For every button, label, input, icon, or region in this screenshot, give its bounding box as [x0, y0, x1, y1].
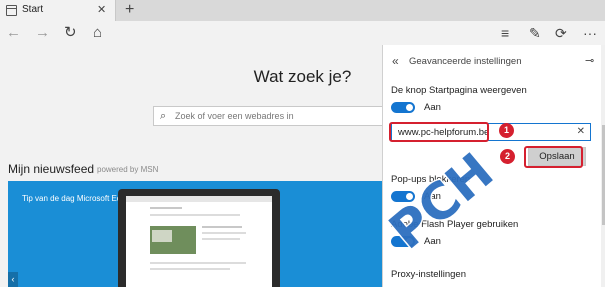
- new-tab-icon[interactable]: +: [125, 1, 134, 19]
- screen-line: [150, 214, 240, 216]
- screen-line: [150, 268, 230, 270]
- screen-line: [202, 226, 242, 228]
- watermark-text: PCH: [380, 142, 504, 260]
- forward-icon[interactable]: →: [35, 24, 50, 42]
- home-icon[interactable]: ⌂: [93, 24, 102, 42]
- pane-scrollbar[interactable]: [601, 45, 605, 287]
- toolbar: ← → ↻ ⌂ ≡ ✎ ⟳ ···: [0, 21, 605, 45]
- tab-title: Start: [22, 4, 44, 15]
- proxy-label: Proxy-instellingen: [391, 269, 466, 280]
- laptop-image: [118, 189, 280, 287]
- home-button-label: De knop Startpagina weergeven: [391, 85, 527, 96]
- close-tab-icon[interactable]: ✕: [97, 3, 106, 16]
- start-page: Wat zoek je? ⌕ Zoek of voer een webadres…: [0, 45, 453, 287]
- chevron-left-icon[interactable]: ‹: [8, 272, 18, 287]
- pch-watermark-logo: PCH: [380, 140, 505, 261]
- screen-image-building: [152, 230, 172, 242]
- more-icon[interactable]: ···: [583, 24, 597, 42]
- screen-line: [150, 207, 182, 209]
- share-icon[interactable]: ⟳: [555, 24, 567, 42]
- tab-start[interactable]: Start ✕: [0, 0, 116, 21]
- news-feed-title: Mijn nieuwsfeed: [8, 162, 95, 176]
- tab-bar: Start ✕ +: [0, 0, 605, 21]
- pin-icon[interactable]: ⊸: [585, 54, 594, 67]
- refresh-icon[interactable]: ↻: [64, 24, 77, 42]
- tip-card[interactable]: Tip van de dag Microsoft Edge ‹: [8, 181, 382, 287]
- search-icon: ⌕: [160, 110, 167, 122]
- home-toggle-state: Aan: [424, 102, 441, 113]
- web-notes-icon[interactable]: ✎: [529, 24, 541, 42]
- hub-icon[interactable]: ≡: [501, 24, 509, 42]
- screen-line: [150, 262, 246, 264]
- screen-toolbar: [126, 196, 272, 202]
- save-highlight-box: [524, 146, 583, 168]
- pane-title: Geavanceerde instellingen: [409, 56, 522, 67]
- powered-by-label: powered by MSN: [97, 165, 159, 174]
- search-placeholder: Zoek of voer een webadres in: [175, 111, 294, 121]
- back-icon[interactable]: ←: [6, 24, 21, 42]
- screen-line: [202, 238, 240, 240]
- page-icon: [6, 5, 17, 16]
- url-highlight-box: [389, 122, 489, 142]
- screen-line: [202, 232, 246, 234]
- laptop-screen: [126, 196, 272, 287]
- back-arrow-icon[interactable]: «: [392, 54, 399, 68]
- tip-label: Tip van de dag Microsoft Edge: [22, 194, 131, 203]
- step-badge-1: 1: [499, 123, 514, 138]
- clear-icon[interactable]: ✕: [577, 126, 585, 137]
- home-button-toggle[interactable]: [391, 102, 415, 113]
